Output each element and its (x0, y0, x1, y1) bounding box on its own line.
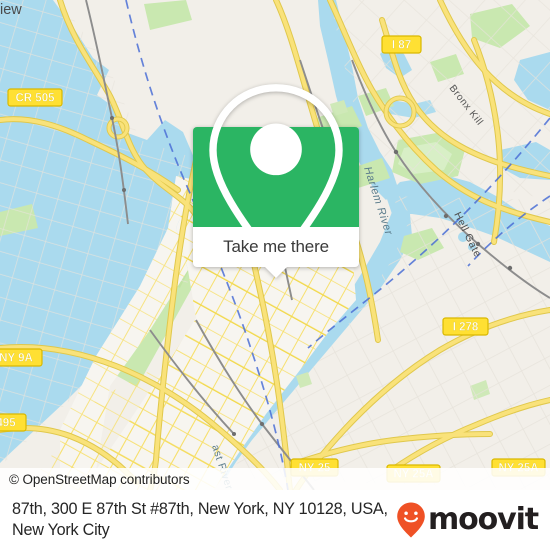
shield-cr505: CR 505 (7, 88, 63, 107)
svg-text:I 278: I 278 (453, 322, 479, 334)
osm-attribution-text: © OpenStreetMap contributors (9, 471, 190, 487)
moovit-map-screenshot: iew Harlem River Bronx Kill Hell Gate as… (0, 0, 550, 550)
moovit-brand[interactable]: moovit (396, 501, 542, 539)
card-pointer-tail (265, 267, 287, 278)
svg-text:NY 9A: NY 9A (0, 353, 33, 365)
shield-ny9a: NY 9A (0, 348, 43, 367)
moovit-smiley-pin-icon (397, 502, 425, 538)
address-text: 87th, 300 E 87th St #87th, New York, NY … (12, 499, 396, 541)
take-me-there-card[interactable]: Take me there (193, 84, 359, 278)
shield-i495: 495 (0, 413, 27, 432)
svg-text:I 87: I 87 (392, 40, 411, 52)
take-me-there-label: Take me there (223, 237, 329, 256)
svg-text:CR 505: CR 505 (16, 93, 56, 105)
shield-i278: I 278 (442, 317, 489, 336)
svg-text:495: 495 (0, 418, 16, 430)
map-label-view: iew (0, 2, 22, 18)
map-canvas[interactable]: iew Harlem River Bronx Kill Hell Gate as… (0, 0, 550, 490)
moovit-wordmark: moovit (427, 502, 539, 537)
footer-bar: 87th, 300 E 87th St #87th, New York, NY … (0, 490, 550, 550)
shield-i87: I 87 (381, 35, 422, 54)
card-image-area (193, 84, 359, 273)
address-line-2: New York City (12, 521, 110, 539)
address-line-1: 87th, 300 E 87th St #87th, New York, NY … (12, 500, 388, 518)
osm-attribution[interactable]: © OpenStreetMap contributors (0, 468, 550, 490)
map-pin-icon (209, 84, 343, 273)
card-action-bar[interactable]: Take me there (193, 227, 359, 278)
